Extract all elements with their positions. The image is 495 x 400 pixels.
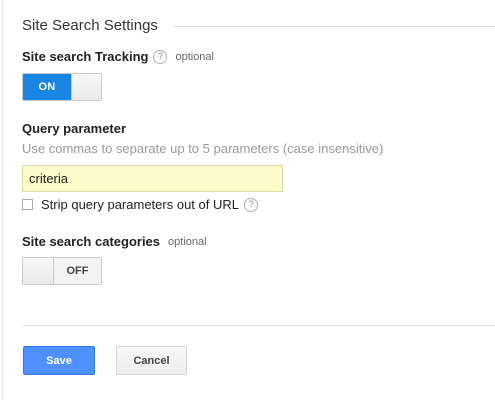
- query-parameter-label: Query parameter: [22, 121, 127, 136]
- site-search-settings-panel: Site Search Settings Site search Trackin…: [0, 0, 495, 400]
- section-header: Site Search Settings: [22, 13, 495, 37]
- strip-query-row: Strip query parameters out of URL ?: [22, 197, 258, 212]
- categories-label-row: Site search categories optional: [22, 234, 207, 249]
- query-parameter-input[interactable]: [22, 165, 283, 192]
- categories-toggle[interactable]: OFF: [22, 257, 102, 285]
- query-parameter-hint: Use commas to separate up to 5 parameter…: [22, 141, 384, 156]
- categories-label: Site search categories: [22, 234, 161, 249]
- section-title: Site Search Settings: [22, 16, 158, 34]
- tracking-label: Site search Tracking: [22, 49, 149, 64]
- form-divider: [22, 325, 495, 326]
- section-divider: [173, 25, 495, 27]
- tracking-toggle[interactable]: ON: [22, 73, 102, 101]
- strip-query-label[interactable]: Strip query parameters out of URL: [41, 197, 239, 212]
- toggle-off-label: OFF: [54, 258, 101, 284]
- tracking-optional-label: optional: [175, 50, 214, 63]
- query-parameter-label-row: Query parameter: [22, 121, 126, 136]
- toggle-on-label: ON: [23, 74, 71, 100]
- strip-query-checkbox[interactable]: [22, 199, 33, 210]
- tracking-label-row: Site search Tracking ? optional: [22, 49, 214, 64]
- cancel-button[interactable]: Cancel: [116, 346, 187, 375]
- help-icon[interactable]: ?: [153, 49, 168, 64]
- toggle-knob: [71, 74, 101, 100]
- help-icon[interactable]: ?: [243, 197, 258, 212]
- left-border: [2, 0, 3, 400]
- save-button[interactable]: Save: [23, 346, 95, 375]
- categories-optional-label: optional: [168, 235, 207, 248]
- toggle-knob: [23, 258, 54, 284]
